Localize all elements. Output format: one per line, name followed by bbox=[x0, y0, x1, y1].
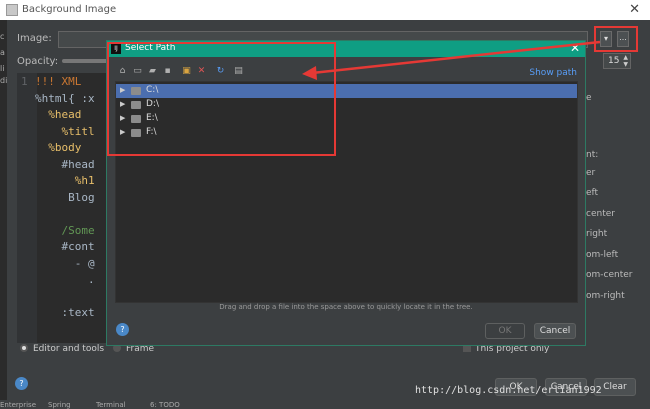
code-line: - @ bbox=[21, 257, 95, 270]
code-preview: 1 !!! XML %html{ :x %head %titl %body #hea… bbox=[17, 73, 112, 343]
code-text: %titl bbox=[35, 124, 95, 138]
placement-option[interactable]: er bbox=[586, 168, 595, 178]
strip-text: a bbox=[0, 48, 5, 57]
outer-window-title: Background Image bbox=[22, 4, 117, 15]
placement-option[interactable]: right bbox=[586, 229, 607, 239]
left-side-strip: c a li di bbox=[0, 20, 7, 408]
placement-option[interactable]: om-left bbox=[586, 250, 618, 260]
code-text: #head bbox=[35, 157, 95, 171]
code-line: Blog bbox=[21, 191, 95, 204]
code-line: /Some bbox=[21, 223, 95, 237]
select-path-ok-button[interactable]: OK bbox=[485, 323, 525, 339]
code-line: :text bbox=[21, 306, 95, 319]
code-text: . bbox=[35, 273, 95, 286]
outer-close-icon[interactable]: ✕ bbox=[629, 2, 640, 17]
code-line: %h1 bbox=[21, 174, 95, 187]
outer-help-icon[interactable]: ? bbox=[15, 377, 28, 390]
code-line: %head bbox=[21, 108, 81, 121]
select-path-cancel-button[interactable]: Cancel bbox=[534, 323, 576, 339]
code-line: 1 !!! XML bbox=[21, 75, 81, 88]
code-text: #cont bbox=[35, 240, 95, 253]
editor-and-tools-radio[interactable] bbox=[20, 344, 28, 352]
code-text: %body bbox=[35, 141, 82, 154]
placement-option[interactable]: center bbox=[586, 209, 615, 219]
code-text: !!! XML bbox=[35, 75, 82, 88]
placement-option[interactable]: om-center bbox=[586, 270, 632, 280]
outer-titlebar: Background Image ✕ bbox=[0, 0, 650, 20]
opacity-spinner[interactable]: 15 ▲ ▼ bbox=[603, 53, 631, 69]
strip-text: li bbox=[0, 64, 5, 73]
placement-option[interactable]: e bbox=[586, 93, 592, 103]
code-line: %html{ :x bbox=[21, 92, 95, 105]
line-number: 1 bbox=[21, 75, 28, 88]
code-text: %head bbox=[35, 108, 82, 121]
code-line: %titl bbox=[21, 124, 95, 138]
watermark-text: http://blog.csdn.net/erlian1992 bbox=[415, 385, 602, 396]
strip-text: di bbox=[0, 76, 8, 85]
bottom-status-bar: Enterprise Spring Terminal 6: TODO bbox=[0, 400, 650, 409]
select-path-help-icon[interactable]: ? bbox=[116, 323, 129, 336]
editor-and-tools-label: Editor and tools bbox=[33, 344, 105, 354]
code-text: Blog bbox=[35, 190, 95, 204]
code-line: #cont bbox=[21, 240, 95, 253]
code-line: . bbox=[21, 273, 95, 286]
annotation-highlight-browse bbox=[594, 26, 638, 52]
code-line: #head bbox=[21, 157, 95, 171]
select-path-close-icon[interactable]: ✕ bbox=[570, 41, 580, 55]
image-label: Image: bbox=[17, 33, 52, 44]
code-line: %body bbox=[21, 141, 81, 154]
placement-option[interactable]: om-right bbox=[586, 291, 625, 301]
annotation-highlight-drives bbox=[107, 42, 336, 156]
opacity-label: Opacity: bbox=[17, 56, 59, 67]
code-text: %html{ :x bbox=[35, 91, 95, 105]
placement-option: nt: bbox=[586, 150, 599, 160]
app-icon bbox=[6, 4, 18, 16]
drag-drop-hint: Drag and drop a file into the space abov… bbox=[219, 303, 473, 311]
strip-text: c bbox=[0, 32, 5, 41]
placement-option[interactable]: eft bbox=[586, 188, 598, 198]
spinner-arrows-icon[interactable]: ▲ ▼ bbox=[623, 54, 628, 68]
code-text: %h1 bbox=[35, 174, 95, 187]
code-text: - @ bbox=[35, 256, 95, 270]
opacity-value: 15 bbox=[608, 56, 620, 66]
code-text: :text bbox=[35, 306, 95, 319]
code-text: /Some bbox=[35, 223, 95, 237]
show-path-link[interactable]: Show path bbox=[529, 68, 577, 78]
